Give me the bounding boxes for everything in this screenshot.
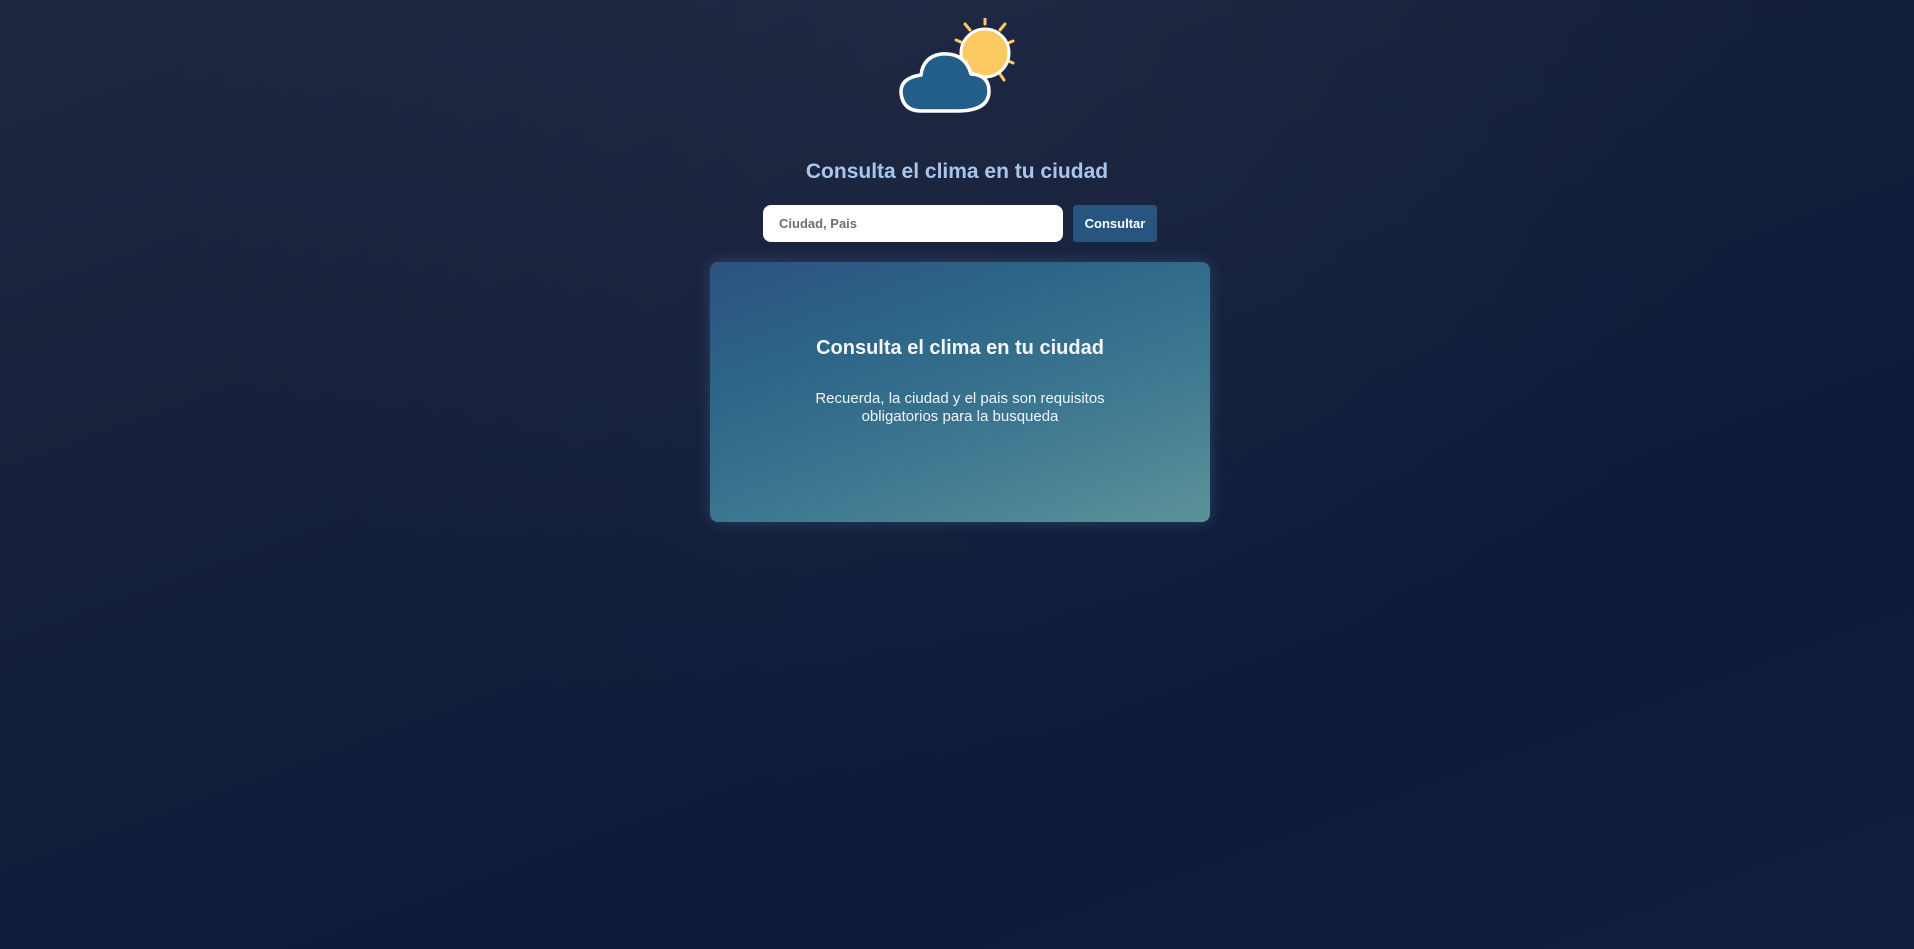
card-title: Consulta el clima en tu ciudad [816,337,1104,359]
search-input[interactable] [763,205,1063,242]
info-card: Consulta el clima en tu ciudad Recuerda,… [710,262,1210,522]
partly-cloudy-icon [897,18,1023,118]
search-button[interactable]: Consultar [1073,205,1157,242]
page-title: Consulta el clima en tu ciudad [805,160,1109,183]
search-form: Consultar [763,205,1157,242]
card-message: Recuerda, la ciudad y el pais son requis… [815,390,1105,425]
